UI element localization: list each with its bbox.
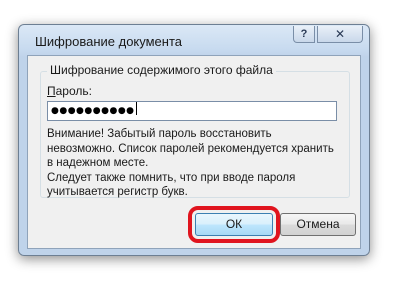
groupbox-legend: Шифрование содержимого этого файла: [47, 63, 276, 77]
title-bar[interactable]: Шифрование документа ? ✕: [19, 25, 369, 55]
text-caret: [135, 102, 137, 115]
password-label: Пароль:: [47, 84, 92, 98]
close-icon: ✕: [334, 27, 346, 41]
cancel-button[interactable]: Отмена: [280, 213, 356, 236]
password-value: ●●●●●●●●●●: [51, 106, 135, 116]
encrypt-document-dialog: Шифрование документа ? ✕ Шифрование соде…: [18, 24, 370, 256]
password-label-accesskey: П: [47, 84, 56, 98]
warning-text: Внимание! Забытый пароль восстановить не…: [47, 127, 343, 200]
warning-line: в надежном месте.: [47, 157, 149, 169]
password-input[interactable]: ●●●●●●●●●●: [47, 101, 337, 121]
warning-line: Следует также помнить, что при вводе пар…: [47, 171, 296, 184]
encryption-groupbox: Шифрование содержимого этого файла Парол…: [40, 63, 350, 200]
dialog-body: Шифрование содержимого этого файла Парол…: [27, 55, 361, 249]
close-button[interactable]: ✕: [317, 26, 363, 43]
dialog-title: Шифрование документа: [35, 34, 182, 49]
password-label-text: ароль:: [55, 84, 92, 98]
warning-line: учитывается регистр букв.: [47, 186, 188, 198]
help-button[interactable]: ?: [293, 26, 315, 43]
ok-button[interactable]: ОК: [195, 213, 273, 236]
warning-line: невозможно. Список паролей рекомендуется…: [47, 142, 334, 155]
warning-line: Внимание! Забытый пароль восстановить: [47, 128, 272, 140]
